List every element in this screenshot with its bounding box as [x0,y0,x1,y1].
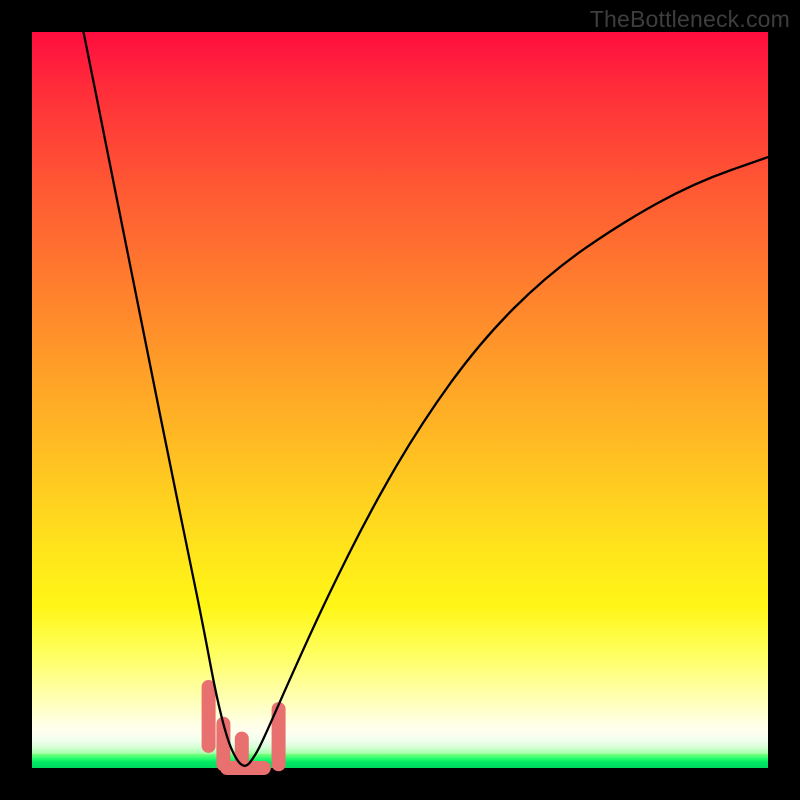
watermark-text: TheBottleneck.com [590,6,790,33]
curve-layer [32,32,768,768]
plot-area [32,32,768,768]
bottleneck-curve [84,32,769,766]
chart-frame: TheBottleneck.com [0,0,800,800]
